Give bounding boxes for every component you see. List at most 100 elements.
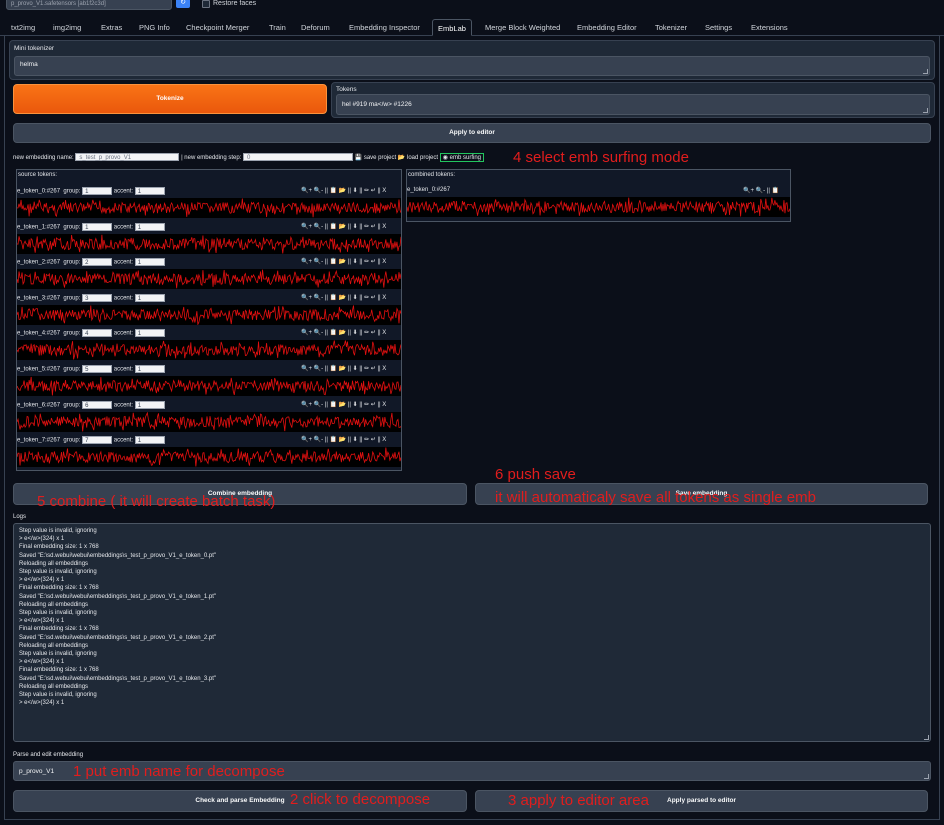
source-token-row: e_token_0:#267 group: 1 accent: 1 🔍+ 🔍- |…: [17, 184, 401, 220]
source-token-tools[interactable]: 🔍+ 🔍- || 📋 📂 || ⬇ || ✏ ↵ || X: [301, 436, 386, 443]
waveform-graph: [17, 269, 401, 289]
group-input[interactable]: 6: [82, 400, 113, 409]
tokenize-button[interactable]: Tokenize: [13, 84, 327, 114]
group-input[interactable]: 1: [82, 222, 113, 231]
folder-icon[interactable]: 📂: [398, 155, 405, 161]
resize-handle-icon[interactable]: [923, 69, 928, 74]
log-line: Reloading all embeddings: [19, 560, 89, 567]
apply-to-editor-button[interactable]: Apply to editor: [13, 123, 931, 143]
tab-img2img[interactable]: img2img: [48, 19, 86, 36]
tab-emblab[interactable]: EmbLab: [432, 19, 472, 36]
accent-input[interactable]: 1: [134, 222, 165, 231]
accent-input[interactable]: 1: [134, 293, 165, 302]
annotation-step-3: 3 apply to editor area: [508, 792, 649, 809]
new-embedding-step-label: | new embedding step:: [181, 155, 242, 161]
source-token-tools[interactable]: 🔍+ 🔍- || 📋 📂 || ⬇ || ✏ ↵ || X: [301, 401, 386, 408]
accent-input[interactable]: 1: [134, 436, 165, 445]
source-token-waveform: [17, 269, 401, 290]
log-line: Step value is invalid, ignoring: [19, 610, 97, 617]
mini-tokenizer-block: Mini tokenizer helma: [9, 40, 935, 80]
accent-input[interactable]: 1: [134, 329, 165, 338]
annotation-step-6: 6 push save: [495, 466, 576, 483]
waveform-graph: [17, 376, 401, 396]
mini-tokenizer-value: helma: [20, 61, 38, 68]
tokens-output[interactable]: hel #919 ma</w> #1226: [336, 94, 930, 115]
new-embedding-name-input[interactable]: s_test_p_provo_V1: [75, 153, 180, 162]
source-token-tools[interactable]: 🔍+ 🔍- || 📋 📂 || ⬇ || ✏ ↵ || X: [301, 329, 386, 336]
source-token-tools[interactable]: 🔍+ 🔍- || 📋 📂 || ⬇ || ✏ ↵ || X: [301, 294, 386, 301]
log-line: Saved "E:\sd.webui\webui\embeddings\s_te…: [19, 634, 217, 641]
tab-train[interactable]: Train: [264, 19, 291, 36]
group-label: group:: [63, 402, 81, 409]
logs-output[interactable]: Step value is invalid, ignoring > e</w>(3…: [13, 523, 931, 742]
model-select[interactable]: p_provo_V1.safetensors [ab1f2c3d]: [6, 0, 172, 10]
tab-embedding-editor[interactable]: Embedding Editor: [572, 19, 642, 36]
save-icon[interactable]: 💾: [355, 155, 362, 161]
source-token-waveform: [17, 198, 401, 218]
group-input[interactable]: 4: [82, 329, 113, 338]
tab-tokenizer[interactable]: Tokenizer: [650, 19, 692, 36]
group-input[interactable]: 1: [82, 187, 113, 195]
waveform-graph: [17, 234, 401, 254]
source-token-name: e_token_6:#267: [17, 402, 61, 409]
source-token-tools[interactable]: 🔍+ 🔍- || 📋 📂 || ⬇ || ✏ ↵ || X: [301, 258, 386, 265]
tab-extensions[interactable]: Extensions: [746, 19, 793, 36]
combined-token-waveform: [407, 197, 790, 217]
log-line: Final embedding size: 1 x 768: [19, 667, 99, 674]
log-line: Reloading all embeddings: [19, 683, 89, 690]
group-label: group:: [63, 295, 81, 302]
log-line: Reloading all embeddings: [19, 601, 89, 608]
source-token-row: e_token_7:#267 group: 7 accent: 1 🔍+ 🔍- |…: [17, 433, 401, 469]
group-input[interactable]: 5: [82, 365, 113, 373]
save-project-link[interactable]: save project: [364, 155, 396, 161]
annotation-step-1: 1 put emb name for decompose: [73, 763, 285, 780]
new-embedding-step-input[interactable]: 0: [243, 153, 353, 162]
source-token-name: e_token_1:#267: [17, 224, 61, 231]
log-line: Step value is invalid, ignoring: [19, 528, 97, 534]
accent-input[interactable]: 1: [134, 365, 165, 373]
restore-faces-checkbox[interactable]: [202, 0, 210, 8]
group-label: group:: [63, 366, 81, 373]
source-token-waveform: [17, 447, 401, 468]
log-line: Step value is invalid, ignoring: [19, 651, 97, 658]
accent-label: accent:: [113, 188, 134, 195]
resize-handle-icon[interactable]: [924, 774, 929, 779]
tab-embedding-inspector[interactable]: Embedding Inspector: [344, 19, 425, 36]
source-token-waveform: [17, 376, 401, 396]
tab-merge-block-weighted[interactable]: Merge Block Weighted: [480, 19, 565, 36]
resize-handle-icon[interactable]: [924, 735, 929, 740]
source-token-tools[interactable]: 🔍+ 🔍- || 📋 📂 || ⬇ || ✏ ↵ || X: [301, 223, 386, 230]
source-token-tools[interactable]: 🔍+ 🔍- || 📋 📂 || ⬇ || ✏ ↵ || X: [301, 187, 386, 194]
source-token-waveform: [17, 340, 401, 361]
source-token-controls: e_token_2:#267 group: 2 accent: 1: [17, 258, 165, 267]
combined-token-tools[interactable]: 🔍+ 🔍- || 📋: [743, 187, 779, 194]
waveform-line: [407, 197, 790, 217]
log-line: > e</w>(324) x 1: [19, 700, 65, 707]
mini-tokenizer-input[interactable]: helma: [14, 56, 930, 76]
tab-settings[interactable]: Settings: [700, 19, 737, 36]
load-project-link[interactable]: load project: [407, 155, 438, 161]
refresh-button[interactable]: ↻: [176, 0, 190, 8]
tab-deforum[interactable]: Deforum: [296, 19, 335, 36]
group-label: group:: [63, 330, 81, 337]
waveform-graph: [17, 340, 401, 360]
resize-handle-icon[interactable]: [923, 108, 928, 113]
tab-png-info[interactable]: PNG Info: [134, 19, 175, 36]
emb-surfing-toggle[interactable]: ◉ emb surfing: [439, 153, 484, 162]
tab-checkpoint-merger[interactable]: Checkpoint Merger: [181, 19, 254, 36]
accent-input[interactable]: 1: [134, 258, 165, 267]
tab-extras[interactable]: Extras: [96, 19, 127, 36]
source-tokens-title: source tokens:: [18, 172, 58, 178]
source-token-controls: e_token_5:#267 group: 5 accent: 1: [17, 365, 165, 373]
group-input[interactable]: 3: [82, 293, 113, 302]
source-token-tools[interactable]: 🔍+ 🔍- || 📋 📂 || ⬇ || ✏ ↵ || X: [301, 365, 386, 372]
group-input[interactable]: 2: [82, 258, 113, 267]
group-input[interactable]: 7: [82, 436, 113, 445]
parse-edit-label: Parse and edit embedding: [13, 752, 84, 758]
accent-label: accent:: [113, 402, 134, 409]
accent-input[interactable]: 1: [134, 400, 165, 409]
log-line: > e</w>(324) x 1: [19, 659, 65, 666]
source-token-row: e_token_5:#267 group: 5 accent: 1 🔍+ 🔍- |…: [17, 362, 401, 398]
accent-input[interactable]: 1: [134, 187, 165, 195]
tab-txt2img[interactable]: txt2img: [6, 19, 40, 36]
